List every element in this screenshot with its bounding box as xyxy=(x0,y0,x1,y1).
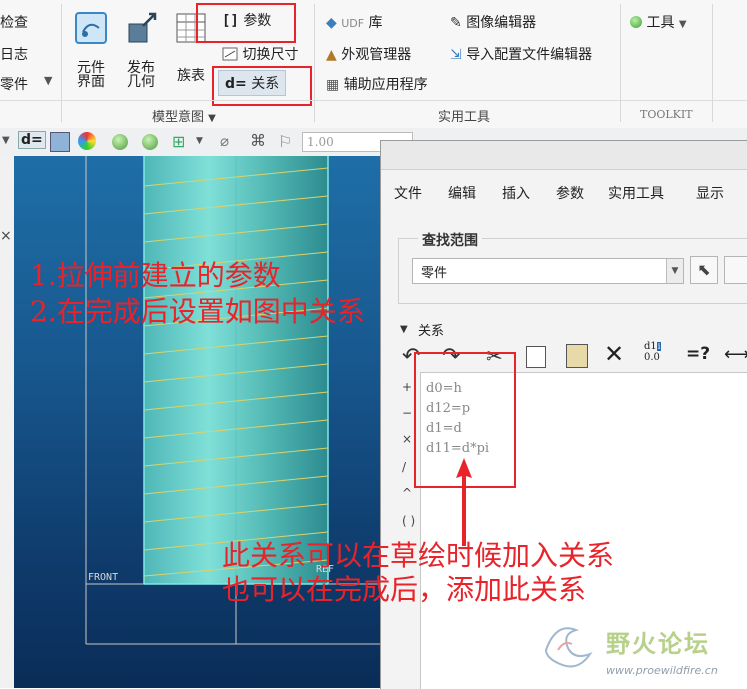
model-viewport[interactable]: FRONT REF xyxy=(14,156,382,688)
highlight-params-box xyxy=(196,3,296,43)
menu-edit[interactable]: 编辑 xyxy=(448,183,476,203)
ribbon-check-item[interactable]: 检查 xyxy=(0,12,28,32)
annotation-step2: 2.在完成后设置如图中关系 xyxy=(30,295,365,328)
group-model-intent[interactable]: 模型意图 ▼ xyxy=(152,106,216,125)
operator-minus[interactable]: − xyxy=(402,406,412,420)
spin-center-icon[interactable]: ⚐ xyxy=(278,132,292,151)
eraser-icon[interactable]: ⌀ xyxy=(220,132,229,150)
annotation-note2: 也可以在完成后，添加此关系 xyxy=(222,573,587,606)
tools-label: 工具 xyxy=(646,15,675,31)
scope-select[interactable]: 零件 ▼ xyxy=(412,258,684,284)
group-model-intent-label: 模型意图 xyxy=(152,110,205,125)
ribbon-part-item[interactable]: 零件 xyxy=(0,74,28,94)
flame-logo-icon xyxy=(544,627,593,668)
copy-icon[interactable] xyxy=(526,346,546,368)
pencil-icon: ✎ xyxy=(450,15,462,31)
watermark-url: www.proewildfire.cn xyxy=(606,664,718,677)
group-utilities-label: 实用工具 xyxy=(438,110,491,125)
delete-icon[interactable]: ✕ xyxy=(604,340,624,368)
operator-power[interactable]: ^ xyxy=(402,486,412,500)
left-panel-strip: × xyxy=(0,156,15,688)
scope-select-value: 零件 xyxy=(421,266,448,281)
menu-params[interactable]: 参数 xyxy=(556,183,584,203)
image-editor-button[interactable]: ✎ 图像编辑器 xyxy=(450,12,536,32)
group-toolkit-label: TOOLKIT xyxy=(640,108,693,121)
switch-dims-button[interactable]: 切换尺寸 xyxy=(222,44,298,64)
udf-prefix: UDF xyxy=(341,17,365,30)
appearance-icon: ▲ xyxy=(326,47,337,63)
relations-toggle-button[interactable]: d= xyxy=(18,131,46,149)
front-plane-label: FRONT xyxy=(88,572,119,583)
operator-divide[interactable]: / xyxy=(402,460,406,474)
view-manager-icon[interactable]: ⊞ xyxy=(172,132,185,151)
operator-parens[interactable]: ( ) xyxy=(402,514,415,528)
aux-apps-label: 辅助应用程序 xyxy=(343,77,428,93)
close-icon[interactable]: × xyxy=(0,228,12,244)
shading-icon[interactable] xyxy=(112,134,128,150)
aux-apps-button[interactable]: ▦ 辅助应用程序 xyxy=(326,74,428,94)
watermark-logo xyxy=(538,620,598,672)
chevron-down-icon: ▼ xyxy=(678,19,687,30)
ribbon: 检查 日志 零件 ▼ 元件 界面 发布 几何 族表 [] 参数 切换尺寸 d= … xyxy=(0,0,747,129)
operator-plus[interactable]: + xyxy=(402,380,412,394)
scope-title: 查找范围 xyxy=(418,230,482,250)
chevron-down-icon: ▼ xyxy=(208,113,216,124)
model-graphics xyxy=(85,156,382,645)
family-table-label: 族表 xyxy=(177,68,205,84)
udf-label: 库 xyxy=(368,15,383,31)
image-editor-label: 图像编辑器 xyxy=(466,15,537,31)
dialog-title-bar[interactable] xyxy=(381,141,747,170)
appearance-gallery-icon[interactable] xyxy=(78,132,96,150)
chevron-down-icon[interactable]: ▼ xyxy=(2,135,10,146)
shading-edges-icon[interactable] xyxy=(142,134,158,150)
evaluate-button[interactable]: =? xyxy=(686,344,710,364)
collapse-triangle-icon[interactable]: ▼ xyxy=(400,324,408,335)
publish-geometry-button[interactable]: 发布 几何 xyxy=(118,10,164,90)
feature-icon[interactable]: ⌘ xyxy=(250,131,266,150)
dimension-icon[interactable]: ⟷ xyxy=(724,344,747,365)
switch-dims-label: 切换尺寸 xyxy=(242,47,299,63)
layers-icon[interactable] xyxy=(50,132,70,152)
show-dims-d1: d1 xyxy=(644,341,657,352)
element-interface-label-2: 界面 xyxy=(77,74,105,90)
ribbon-log-item[interactable]: 日志 xyxy=(0,44,28,64)
import-config-button[interactable]: ⇲ 导入配置文件编辑器 xyxy=(450,44,592,64)
publish-geometry-label-2: 几何 xyxy=(127,74,155,90)
element-interface-button[interactable]: 元件 界面 xyxy=(68,10,114,90)
show-dims-00: 0.0 xyxy=(644,352,660,363)
import-config-label: 导入配置文件编辑器 xyxy=(466,47,593,63)
operator-multiply[interactable]: × xyxy=(402,432,412,446)
watermark-name: 野火论坛 xyxy=(606,630,710,658)
scope-extra-button[interactable] xyxy=(724,256,747,284)
info-icon: i xyxy=(656,342,662,351)
show-dims-button[interactable]: d1i 0.0 xyxy=(644,341,662,363)
select-pointer-button[interactable]: ⬉ xyxy=(690,256,718,284)
tools-button[interactable]: 工具 ▼ xyxy=(630,12,687,32)
publish-geometry-icon xyxy=(128,12,157,43)
menu-insert[interactable]: 插入 xyxy=(502,183,530,203)
appearance-manager-button[interactable]: ▲ 外观管理器 xyxy=(326,44,411,64)
relations-section-label: 关系 xyxy=(418,324,445,339)
switch-dims-icon xyxy=(222,47,238,61)
menu-utilities[interactable]: 实用工具 xyxy=(608,183,664,203)
element-interface-icon xyxy=(75,12,107,44)
appearance-label: 外观管理器 xyxy=(341,47,412,63)
chevron-down-icon[interactable]: ▼ xyxy=(666,259,683,283)
menu-display[interactable]: 显示 xyxy=(696,183,724,203)
menu-file[interactable]: 文件 xyxy=(394,183,422,203)
chevron-down-icon[interactable]: ▼ xyxy=(196,136,203,146)
annotation-step1: 1.拉伸前建立的参数 xyxy=(30,259,281,292)
paste-icon[interactable] xyxy=(566,344,588,368)
import-config-icon: ⇲ xyxy=(450,47,462,63)
udf-library-button[interactable]: ◆ UDF 库 xyxy=(326,12,383,32)
aux-apps-icon: ▦ xyxy=(326,77,340,93)
udf-icon: ◆ xyxy=(326,15,337,31)
tools-icon xyxy=(630,16,642,28)
chevron-down-icon[interactable]: ▼ xyxy=(44,74,52,87)
